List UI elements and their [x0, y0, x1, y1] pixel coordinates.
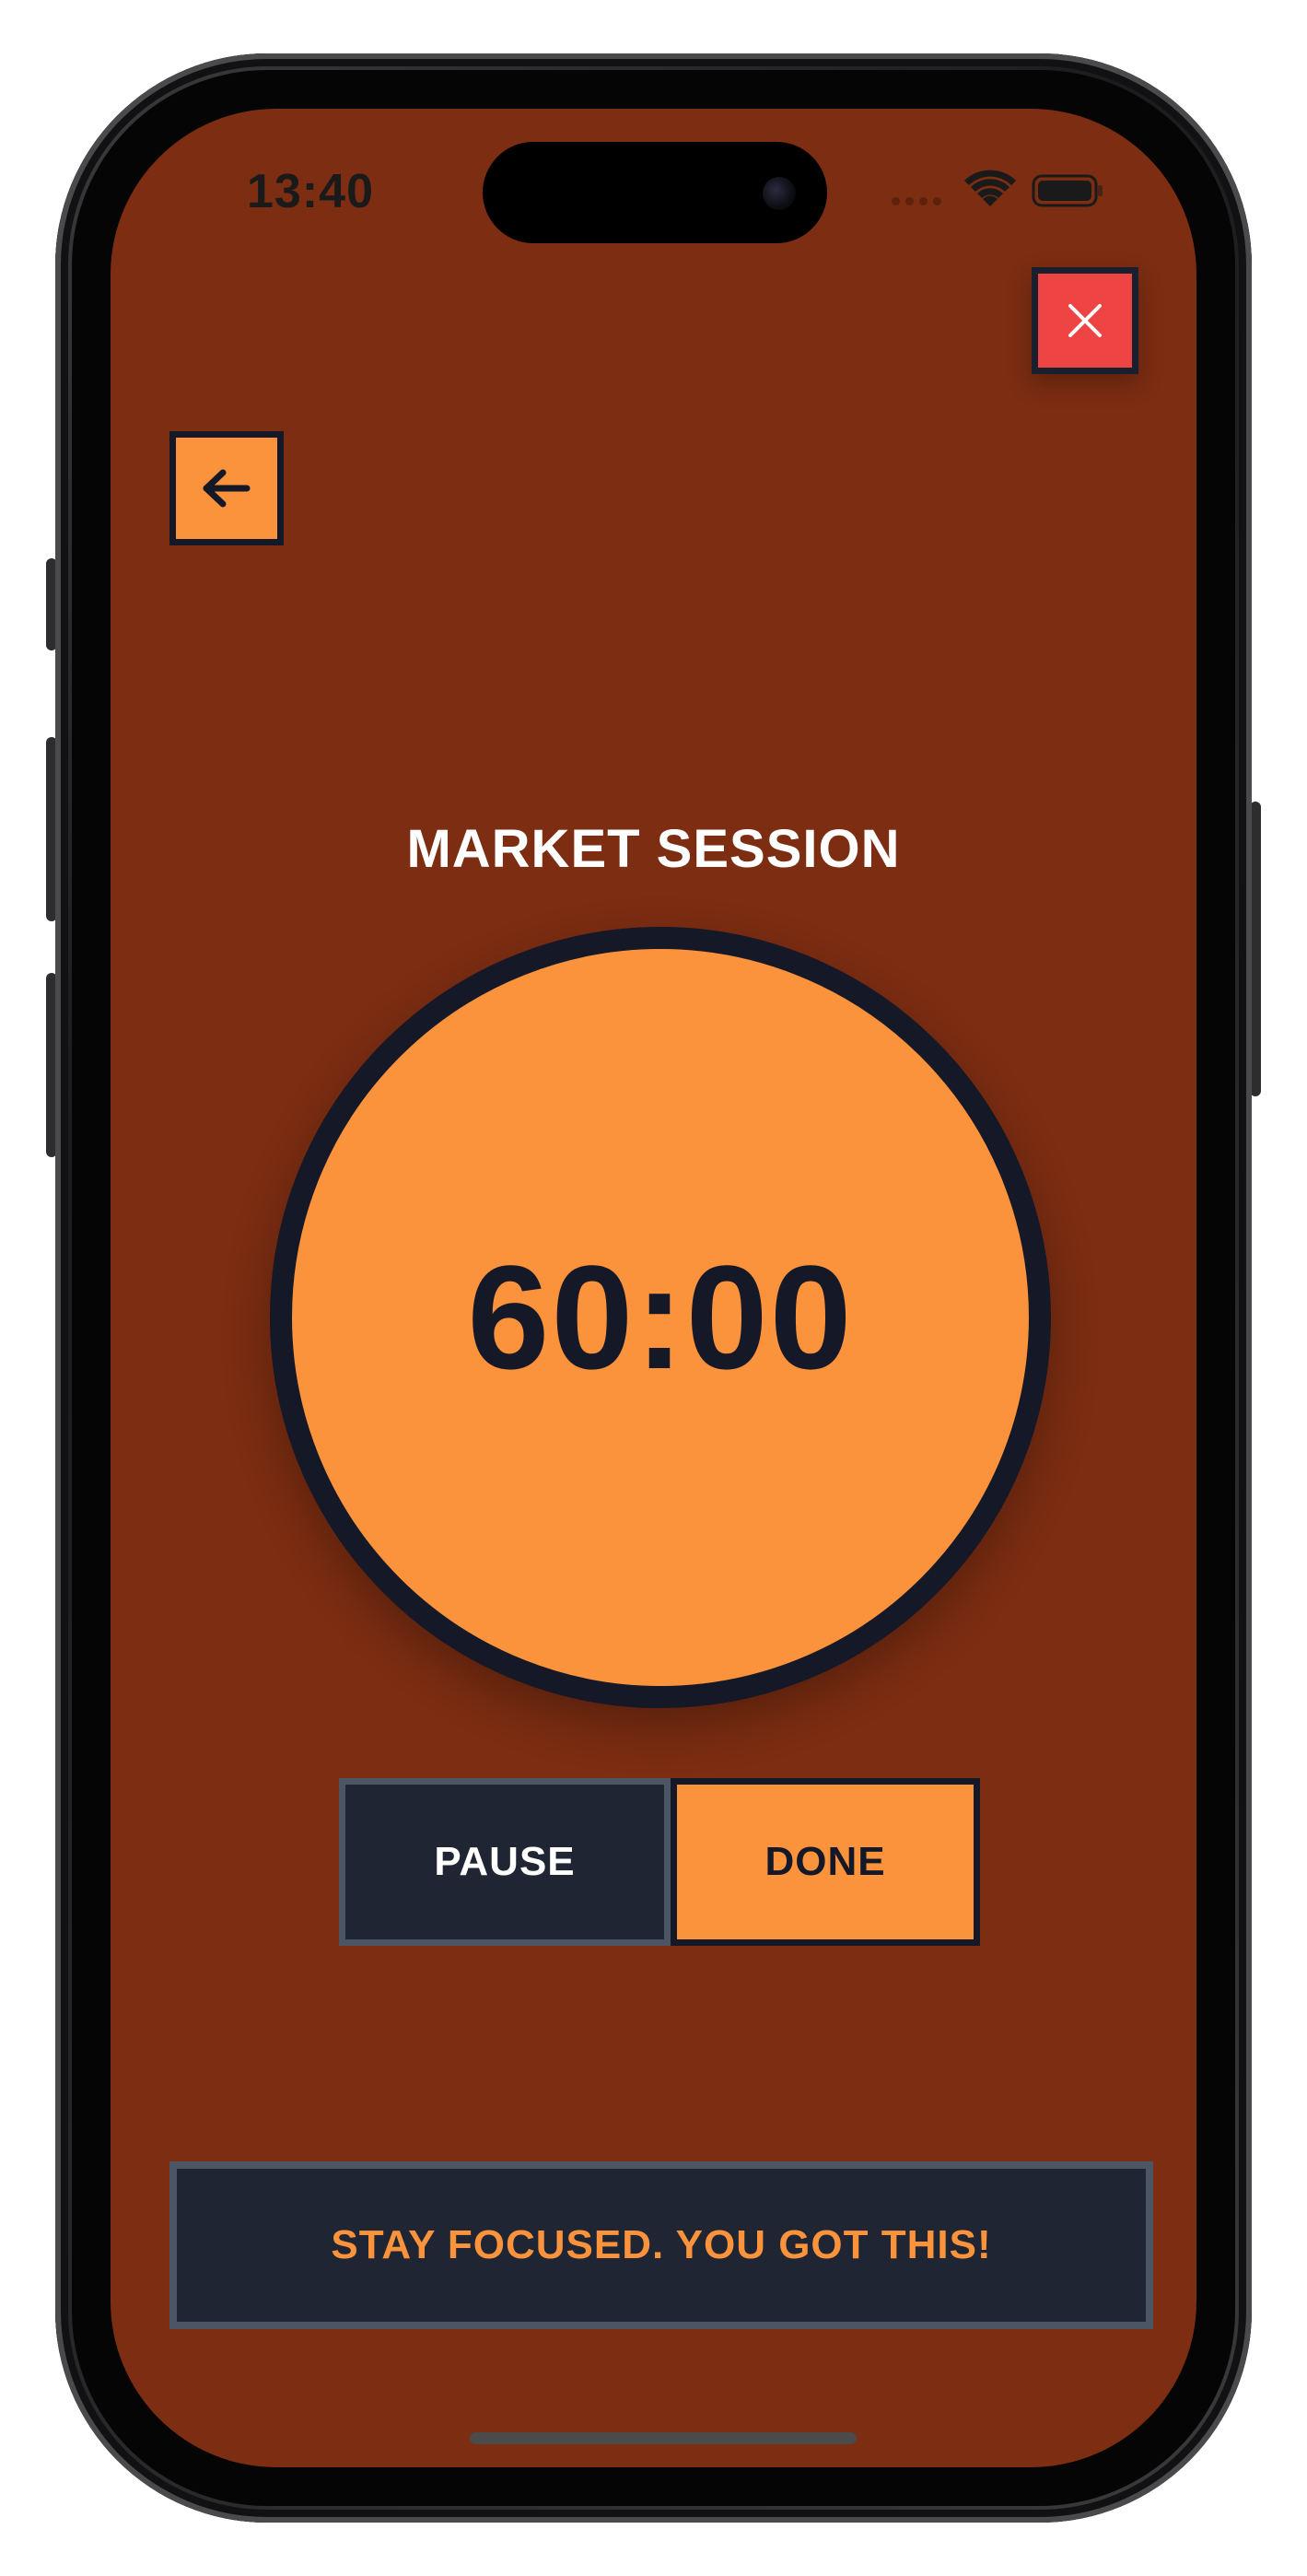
- close-button[interactable]: [1032, 267, 1138, 374]
- home-indicator[interactable]: [470, 2432, 857, 2444]
- front-camera-icon: [763, 177, 796, 210]
- wifi-icon: [964, 170, 1016, 206]
- back-button[interactable]: [169, 431, 284, 545]
- motivation-banner: STAY FOCUSED. YOU GOT THIS!: [169, 2161, 1153, 2329]
- close-icon: [1068, 304, 1102, 337]
- screenshot-canvas: 13:40 MARKET SESSION 60:00 PAUSE DONE ST…: [0, 0, 1307, 2576]
- done-button[interactable]: DONE: [671, 1778, 980, 1946]
- session-title: MARKET SESSION: [406, 819, 901, 879]
- status-dots-icon: [892, 197, 947, 205]
- arrow-left-icon: [203, 469, 251, 508]
- pause-button[interactable]: PAUSE: [339, 1778, 671, 1946]
- battery-icon: [1032, 174, 1103, 207]
- timer-controls: PAUSE DONE: [339, 1778, 980, 1946]
- dynamic-island: [483, 142, 827, 243]
- status-time: 13:40: [247, 165, 374, 218]
- app-screen: 13:40 MARKET SESSION 60:00 PAUSE DONE ST…: [111, 109, 1196, 2467]
- timer-display: 60:00: [467, 1235, 854, 1399]
- timer-circle: 60:00: [270, 927, 1051, 1708]
